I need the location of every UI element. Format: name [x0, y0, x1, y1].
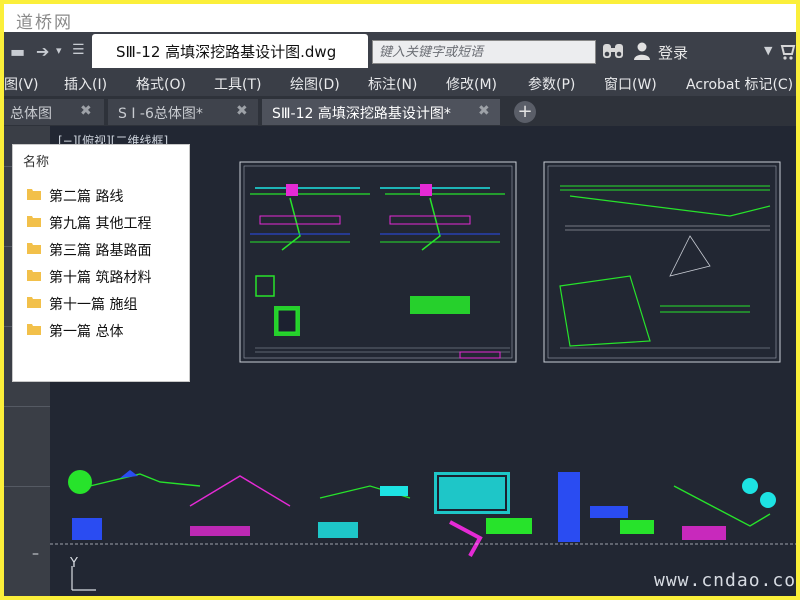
close-icon[interactable]: ✖ — [80, 103, 92, 119]
folder-panel: 名称 第二篇 路线 第九篇 其他工程 第三篇 路基路面 第十篇 筑路材料 第十一… — [12, 144, 190, 382]
folder-icon — [27, 270, 41, 281]
file-tab-bar: 总体图 ✖ S I -6总体图* ✖ SⅢ-12 高填深挖路基设计图* ✖ + — [4, 96, 796, 126]
collapse-button[interactable]: – — [32, 546, 39, 562]
drawing-frame — [547, 165, 777, 359]
folder-label: 第三篇 路基路面 — [49, 243, 152, 259]
customize-icon[interactable]: ☰ — [72, 42, 85, 58]
menu-modify[interactable]: 修改(M) — [446, 74, 497, 94]
search-input[interactable] — [373, 42, 595, 63]
watermark-top: 道桥网 — [16, 13, 73, 33]
menu-window[interactable]: 窗口(W) — [604, 74, 657, 94]
title-bar: ▬ ➔ ▾ ☰ SⅢ-12 高填深挖路基设计图.dwg 登录 ▼ — [4, 32, 796, 70]
file-tab-s3-12[interactable]: SⅢ-12 高填深挖路基设计图* ✖ — [262, 99, 500, 125]
watermark-bar: 道桥网 — [4, 4, 796, 33]
divider — [4, 486, 50, 487]
folder-icon — [27, 243, 41, 254]
search-box[interactable] — [372, 40, 596, 64]
folder-icon — [27, 216, 41, 227]
menu-acrobat[interactable]: Acrobat 标记(C) — [686, 74, 793, 94]
menu-tools[interactable]: 工具(T) — [214, 74, 261, 94]
file-tab-label: 总体图 — [10, 106, 52, 122]
menu-view[interactable]: 图(V) — [4, 74, 39, 94]
watermark-bottom: www.cndao.com — [654, 570, 796, 591]
close-icon[interactable]: ✖ — [236, 103, 248, 119]
file-tab-label: S I -6总体图* — [118, 106, 203, 122]
login-dropdown-icon[interactable]: ▼ — [764, 44, 772, 57]
panel-header: 名称 — [23, 155, 50, 170]
menu-dimension[interactable]: 标注(N) — [368, 74, 417, 94]
folder-label: 第二篇 路线 — [49, 189, 124, 205]
document-title: SⅢ-12 高填深挖路基设计图.dwg — [116, 43, 337, 61]
document-title-tab: SⅢ-12 高填深挖路基设计图.dwg — [92, 34, 368, 68]
app-window: 道桥网 ▬ ➔ ▾ ☰ SⅢ-12 高填深挖路基设计图.dwg 登录 ▼ — [4, 4, 796, 596]
add-tab-button[interactable]: + — [514, 101, 536, 123]
file-tab-label: SⅢ-12 高填深挖路基设计图* — [272, 106, 451, 122]
arrow-redo-icon[interactable]: ➔ — [36, 42, 49, 61]
drawing-sheet — [543, 161, 781, 363]
divider — [4, 406, 50, 407]
folder-label: 第十一篇 施组 — [49, 297, 138, 313]
close-icon[interactable]: ✖ — [478, 103, 490, 119]
ucs-y-label: Y — [70, 556, 78, 571]
menu-bar: 图(V) 插入(I) 格式(O) 工具(T) 绘图(D) 标注(N) 修改(M)… — [4, 70, 796, 97]
folder-icon — [27, 189, 41, 200]
menu-draw[interactable]: 绘图(D) — [290, 74, 340, 94]
menu-format[interactable]: 格式(O) — [136, 74, 186, 94]
cart-icon[interactable] — [780, 41, 796, 61]
user-icon[interactable] — [632, 41, 652, 61]
minus-icon[interactable]: ▬ — [10, 42, 25, 61]
login-button[interactable]: 登录 — [658, 42, 688, 63]
folder-icon — [27, 324, 41, 335]
folder-label: 第一篇 总体 — [49, 324, 124, 340]
folder-label: 第九篇 其他工程 — [49, 216, 152, 232]
file-tab-s1-6[interactable]: S I -6总体图* ✖ — [108, 99, 258, 125]
folder-icon — [27, 297, 41, 308]
drawing-detail — [68, 470, 92, 494]
binoculars-icon[interactable] — [602, 42, 624, 60]
file-tab-overview[interactable]: 总体图 ✖ — [4, 99, 104, 125]
folder-label: 第十篇 筑路材料 — [49, 270, 152, 286]
dropdown-icon[interactable]: ▾ — [56, 44, 62, 57]
menu-insert[interactable]: 插入(I) — [64, 74, 107, 94]
menu-parametric[interactable]: 参数(P) — [528, 74, 575, 94]
